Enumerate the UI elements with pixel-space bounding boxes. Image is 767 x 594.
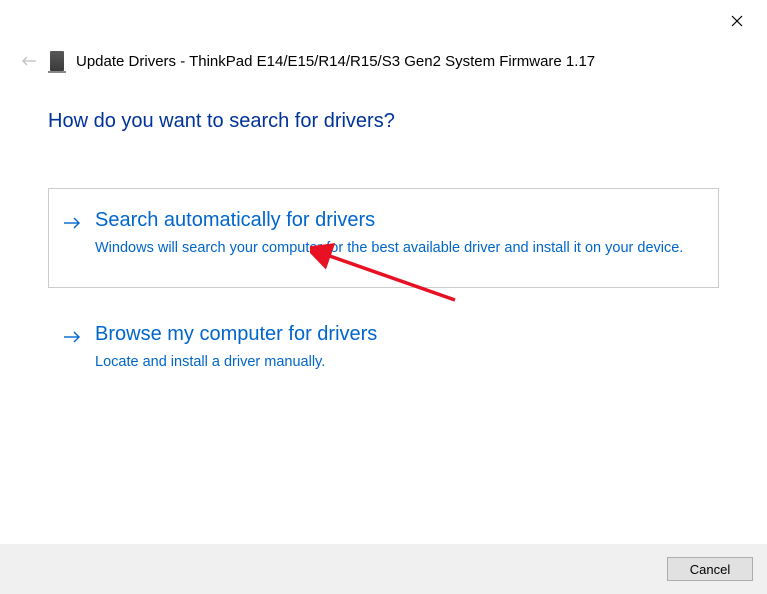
back-arrow-icon (21, 55, 37, 67)
cancel-button[interactable]: Cancel (667, 557, 753, 581)
device-icon (50, 51, 64, 71)
close-button[interactable] (729, 13, 745, 29)
back-button[interactable] (20, 55, 38, 67)
option-search-automatically[interactable]: Search automatically for drivers Windows… (48, 188, 719, 288)
close-icon (731, 15, 743, 27)
option-description: Locate and install a driver manually. (95, 352, 704, 373)
option-title: Search automatically for drivers (95, 209, 704, 232)
window-title: Update Drivers - ThinkPad E14/E15/R14/R1… (76, 53, 595, 70)
option-browse-computer[interactable]: Browse my computer for drivers Locate an… (48, 302, 719, 402)
header: Update Drivers - ThinkPad E14/E15/R14/R1… (20, 51, 595, 71)
content-area: How do you want to search for drivers? S… (48, 110, 719, 416)
option-title: Browse my computer for drivers (95, 323, 704, 346)
arrow-right-icon (63, 214, 81, 235)
page-heading: How do you want to search for drivers? (48, 110, 719, 133)
arrow-right-icon (63, 328, 81, 349)
footer: Cancel (0, 544, 767, 594)
option-description: Windows will search your computer for th… (95, 238, 704, 259)
